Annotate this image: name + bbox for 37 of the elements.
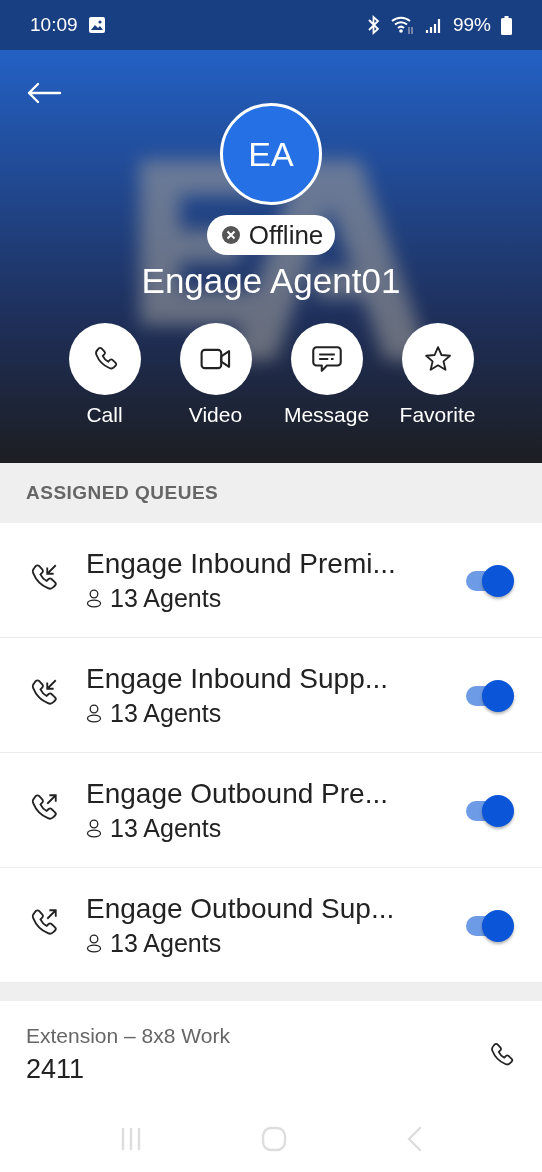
avatar: EA bbox=[220, 103, 322, 205]
clock: 10:09 bbox=[30, 14, 78, 36]
action-label: Message bbox=[283, 403, 370, 427]
queue-name: Engage Outbound Pre... bbox=[86, 777, 389, 810]
agent-count: 13 Agents bbox=[110, 583, 222, 613]
person-icon bbox=[86, 933, 102, 953]
queue-name: Engage Outbound Sup... bbox=[86, 892, 396, 925]
queue-toggle[interactable] bbox=[464, 910, 514, 940]
action-label: Call bbox=[86, 403, 123, 427]
close-circle-icon bbox=[220, 225, 241, 245]
section-header: ASSIGNED QUEUES bbox=[0, 463, 542, 523]
queue-name: Engage Inbound Premi... bbox=[86, 547, 397, 580]
extension-label: Extension – 8x8 Work bbox=[26, 1024, 231, 1048]
contact-name: Engage Agent01 bbox=[141, 261, 401, 301]
battery-percentage: 99% bbox=[452, 14, 491, 36]
queue-toggle[interactable] bbox=[464, 565, 514, 595]
queue-toggle[interactable] bbox=[464, 680, 514, 710]
status-label: Offline bbox=[248, 219, 324, 251]
star-icon bbox=[422, 344, 453, 374]
bluetooth-icon bbox=[366, 15, 381, 35]
battery-icon bbox=[501, 15, 512, 35]
agent-count: 13 Agents bbox=[110, 813, 222, 843]
extension-number: 2411 bbox=[26, 1054, 86, 1085]
back-arrow-icon[interactable] bbox=[26, 82, 62, 104]
action-label: Video bbox=[188, 403, 243, 427]
queue-name: Engage Inbound Supp... bbox=[86, 662, 390, 695]
agent-count: 13 Agents bbox=[110, 698, 222, 728]
wifi-icon bbox=[390, 15, 415, 35]
queue-toggle[interactable] bbox=[464, 795, 514, 825]
agent-count: 13 Agents bbox=[110, 928, 222, 958]
person-icon bbox=[86, 588, 102, 608]
person-icon bbox=[86, 703, 102, 723]
person-icon bbox=[86, 818, 102, 838]
chat-bubble-icon bbox=[309, 343, 344, 375]
action-label: Favorite bbox=[399, 403, 476, 427]
signal-icon bbox=[424, 16, 443, 34]
gallery-notification-icon bbox=[87, 16, 106, 34]
